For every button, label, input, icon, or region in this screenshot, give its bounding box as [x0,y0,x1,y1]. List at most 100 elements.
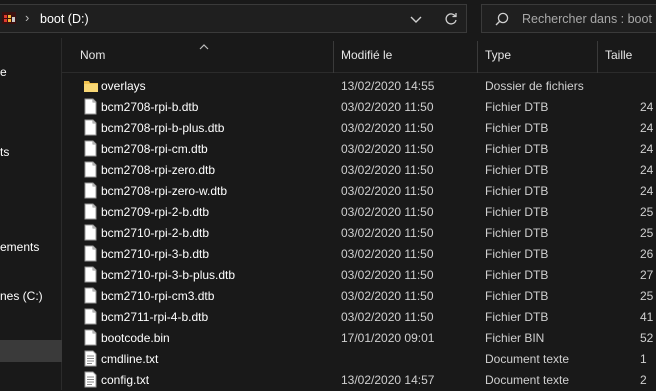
file-name: bcm2708-rpi-zero-w.dtb [101,184,228,198]
file-modified: 13/02/2020 14:55 [341,79,435,93]
file-modified: 03/02/2020 11:50 [341,121,434,135]
file-icon [84,308,97,325]
table-row[interactable]: bcm2708-rpi-b.dtb 03/02/2020 11:50 Fichi… [62,96,656,117]
file-name: cmdline.txt [101,352,159,366]
column-header-modified[interactable]: Modifié le [341,48,392,62]
file-name: bcm2711-rpi-4-b.dtb [101,310,209,324]
file-type: Fichier DTB [485,310,549,324]
address-bar[interactable]: › boot (D:) [0,4,467,33]
file-modified: 03/02/2020 11:50 [341,226,434,240]
file-modified: 03/02/2020 11:50 [341,184,434,198]
file-icon [84,203,97,220]
sidebar-item[interactable]: e [0,61,62,83]
file-size: 24 [640,100,654,114]
file-type: Fichier DTB [485,268,549,282]
file-type: Fichier DTB [485,163,549,177]
file-size: 25 [640,289,654,303]
table-row[interactable]: bcm2709-rpi-2-b.dtb 03/02/2020 11:50 Fic… [62,201,656,222]
file-modified: 13/02/2020 14:57 [341,373,435,387]
table-row[interactable]: bootcode.bin 17/01/2020 09:01 Fichier BI… [62,327,656,348]
file-list-view: Nom Modifié le Type Taille overlays 13/0… [62,38,656,390]
file-name: bcm2708-rpi-b.dtb [101,100,199,114]
file-name: config.txt [101,373,150,387]
refresh-icon[interactable] [443,11,459,27]
file-icon [84,182,97,199]
file-modified: 17/01/2020 09:01 [341,331,435,345]
file-modified: 03/02/2020 11:50 [341,310,434,324]
file-type: Document texte [485,373,570,387]
file-name: bcm2708-rpi-b-plus.dtb [101,121,225,135]
table-row[interactable]: bcm2710-rpi-cm3.dtb 03/02/2020 11:50 Fic… [62,285,656,306]
search-box[interactable]: Rechercher dans : boot (D:) [481,4,656,33]
drive-icon [2,11,20,27]
column-header-type[interactable]: Type [485,48,511,62]
table-row[interactable]: bcm2708-rpi-zero-w.dtb 03/02/2020 11:50 … [62,180,656,201]
table-row[interactable]: bcm2710-rpi-3-b.dtb 03/02/2020 11:50 Fic… [62,243,656,264]
file-type: Fichier DTB [485,247,549,261]
breadcrumb-boot-drive[interactable]: boot (D:) [40,12,89,26]
file-name: bcm2710-rpi-3-b-plus.dtb [101,268,236,282]
file-size: 24 [640,142,654,156]
file-type: Fichier DTB [485,205,549,219]
column-divider[interactable] [333,41,334,73]
column-divider[interactable] [597,41,598,73]
breadcrumb-separator[interactable]: › [25,10,29,25]
file-type: Fichier DTB [485,100,549,114]
file-size: 27 [640,268,654,282]
search-icon [495,12,509,26]
navigation-pane: e ts ements nes (C:) [0,38,62,390]
file-modified: 03/02/2020 11:50 [341,163,434,177]
column-header-name[interactable]: Nom [80,48,105,62]
file-modified: 03/02/2020 11:50 [341,268,434,282]
file-size: 1 [640,352,647,366]
column-divider[interactable] [477,41,478,73]
text-file-icon [84,371,97,388]
sort-ascending-icon [199,39,209,50]
sidebar-item-label: ts [0,145,10,159]
file-icon [84,266,97,283]
file-name: bcm2708-rpi-zero.dtb [101,163,216,177]
table-row[interactable]: bcm2710-rpi-2-b.dtb 03/02/2020 11:50 Fic… [62,222,656,243]
sidebar-item-label: nes (C:) [0,289,43,303]
file-size: 52 [640,331,654,345]
table-row[interactable]: overlays 13/02/2020 14:55 Dossier de fic… [62,75,656,96]
file-size: 41 [640,310,654,324]
file-name: bcm2708-rpi-cm.dtb [101,142,208,156]
file-type: Fichier DTB [485,142,549,156]
column-header-row: Nom Modifié le Type Taille [62,38,656,73]
sidebar-item[interactable]: ements [0,236,62,258]
file-type: Dossier de fichiers [485,79,584,93]
sidebar-item-drive-c[interactable]: nes (C:) [0,285,62,307]
table-row[interactable]: bcm2708-rpi-zero.dtb 03/02/2020 11:50 Fi… [62,159,656,180]
chevron-down-icon[interactable] [410,14,422,24]
file-name: bcm2709-rpi-2-b.dtb [101,205,210,219]
sidebar-item-label: ements [0,240,40,254]
table-row[interactable]: bcm2711-rpi-4-b.dtb 03/02/2020 11:50 Fic… [62,306,656,327]
file-icon [84,224,97,241]
table-row[interactable]: bcm2708-rpi-cm.dtb 03/02/2020 11:50 Fich… [62,138,656,159]
file-size: 2 [640,373,647,387]
file-size: 25 [640,205,654,219]
table-row[interactable]: bcm2710-rpi-3-b-plus.dtb 03/02/2020 11:5… [62,264,656,285]
file-type: Fichier BIN [485,331,545,345]
file-icon [84,329,97,346]
file-icon [84,287,97,304]
table-row[interactable]: cmdline.txt Document texte 1 [62,348,656,369]
search-placeholder[interactable]: Rechercher dans : boot (D:) [522,12,656,26]
file-modified: 03/02/2020 11:50 [341,100,434,114]
sidebar-item-selected[interactable] [0,340,62,362]
file-name: overlays [101,79,146,93]
text-file-icon [84,350,97,367]
column-header-size[interactable]: Taille [605,48,632,62]
file-modified: 03/02/2020 11:50 [341,205,434,219]
sidebar-item[interactable]: ts [0,141,62,163]
table-row[interactable]: bcm2708-rpi-b-plus.dtb 03/02/2020 11:50 … [62,117,656,138]
file-type: Fichier DTB [485,226,549,240]
file-icon [84,161,97,178]
file-name: bcm2710-rpi-3-b.dtb [101,247,210,261]
file-icon [84,140,97,157]
navigation-bar: › boot (D:) Rechercher dans : boot (D:) [0,0,656,38]
file-type: Fichier DTB [485,289,549,303]
file-size: 24 [640,184,654,198]
table-row[interactable]: config.txt 13/02/2020 14:57 Document tex… [62,369,656,390]
